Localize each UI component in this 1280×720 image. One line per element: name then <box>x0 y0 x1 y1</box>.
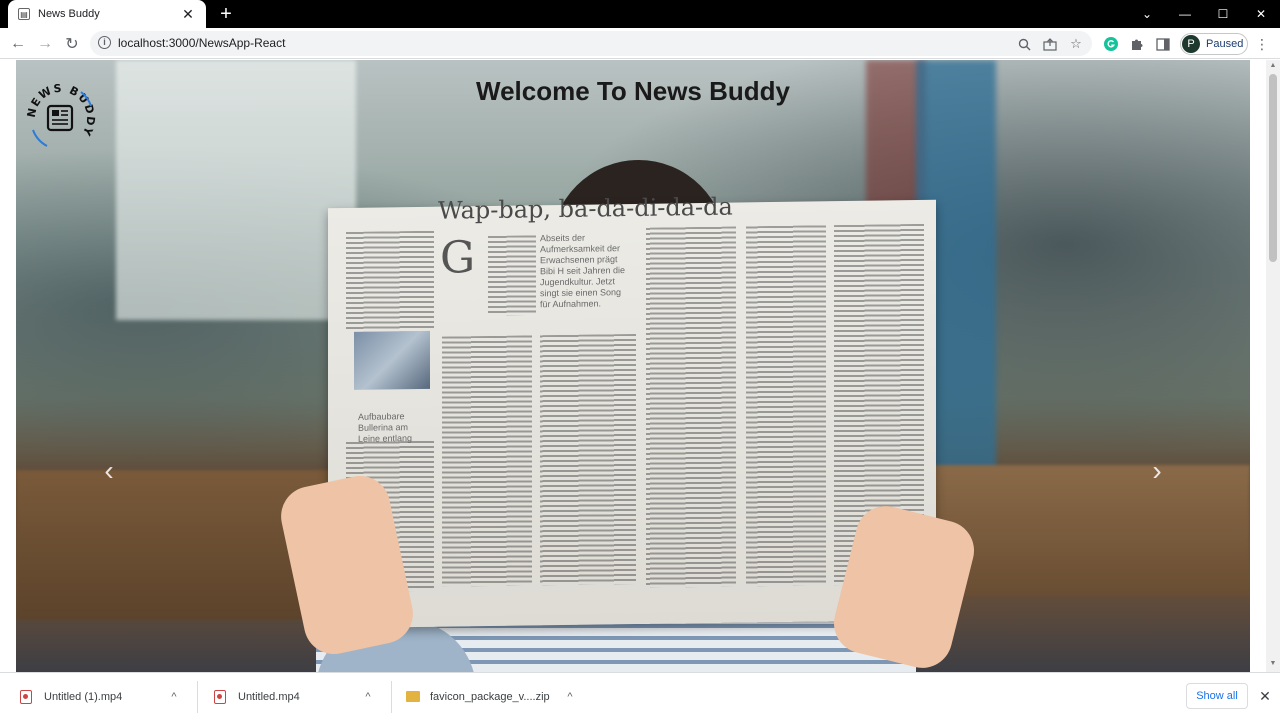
download-filename: favicon_package_v....zip <box>430 690 550 703</box>
zoom-icon[interactable] <box>1014 34 1034 54</box>
tab-strip: ▤ News Buddy ✕ + ⌄ — ☐ ✕ <box>0 0 1280 28</box>
bookmark-star-icon[interactable]: ☆ <box>1066 34 1086 54</box>
hero-carousel: Wap-bap, ba-da-di-da-da G Abseits der Au… <box>16 60 1250 672</box>
avatar: P <box>1182 35 1200 53</box>
profile-status: Paused <box>1206 38 1244 50</box>
address-url[interactable]: localhost:3000/NewsApp-React <box>118 36 285 50</box>
scrollbar-thumb[interactable] <box>1269 74 1277 262</box>
newspaper-dropcap: G <box>440 232 476 284</box>
puzzle-extensions-icon[interactable] <box>1127 34 1147 54</box>
address-bar[interactable]: i localhost:3000/NewsApp-React ☆ <box>90 31 1092 56</box>
download-item[interactable]: Untitled.mp4 ^ <box>214 673 378 720</box>
newspaper-headline: Wap-bap, ba-da-di-da-da <box>438 192 733 225</box>
zip-folder-icon <box>406 691 420 702</box>
chevron-up-icon[interactable]: ^ <box>560 691 580 703</box>
tab-search-button[interactable]: ⌄ <box>1128 0 1166 28</box>
back-button[interactable]: ← <box>6 32 30 56</box>
video-file-icon <box>214 689 226 704</box>
forward-button[interactable]: → <box>33 32 57 56</box>
scroll-up-icon[interactable]: ▲ <box>1269 62 1277 70</box>
download-item[interactable]: Untitled (1).mp4 ^ <box>20 673 184 720</box>
download-bar: Untitled (1).mp4 ^ Untitled.mp4 ^ favico… <box>0 672 1280 720</box>
download-filename: Untitled (1).mp4 <box>44 690 123 703</box>
tab-close-icon[interactable]: ✕ <box>180 6 196 23</box>
browser-menu-icon[interactable]: ⋮ <box>1254 35 1270 53</box>
page-scrollbar[interactable]: ▲ ▼ <box>1266 60 1280 672</box>
newspaper-subhead: Aufbaubare Bullerina am Leine entlang <box>358 411 413 444</box>
scroll-down-icon[interactable]: ▼ <box>1269 660 1277 668</box>
close-window-button[interactable]: ✕ <box>1242 0 1280 28</box>
newspaper-image: Wap-bap, ba-da-di-da-da G Abseits der Au… <box>328 193 936 629</box>
tab-title: News Buddy <box>38 8 100 20</box>
profile-button[interactable]: P Paused <box>1180 33 1248 55</box>
carousel-prev-button[interactable]: ‹ <box>95 456 123 486</box>
newspaper-deck: Abseits der Aufmerksamkeit der Erwachsen… <box>540 232 626 310</box>
side-panel-icon[interactable] <box>1153 34 1173 54</box>
grammarly-icon[interactable] <box>1101 34 1121 54</box>
tab-news-buddy[interactable]: ▤ News Buddy ✕ <box>8 0 206 28</box>
news-buddy-logo: NEWS BUDDY <box>25 82 97 154</box>
newspaper-photo <box>354 330 430 390</box>
page-title: Welcome To News Buddy <box>476 76 790 106</box>
download-filename: Untitled.mp4 <box>238 690 300 703</box>
chevron-up-icon[interactable]: ^ <box>358 691 378 703</box>
carousel-next-button[interactable]: › <box>1143 456 1171 486</box>
show-all-downloads-button[interactable]: Show all <box>1186 683 1248 709</box>
browser-toolbar: ← → ↻ i localhost:3000/NewsApp-React ☆ <box>0 28 1280 59</box>
maximize-button[interactable]: ☐ <box>1204 0 1242 28</box>
download-item[interactable]: favicon_package_v....zip ^ <box>406 673 580 720</box>
close-download-bar-icon[interactable]: ✕ <box>1256 687 1274 705</box>
reload-button[interactable]: ↻ <box>60 32 84 56</box>
site-info-icon[interactable]: i <box>98 36 111 49</box>
share-icon[interactable] <box>1040 34 1060 54</box>
video-file-icon <box>20 689 32 704</box>
tab-favicon-icon: ▤ <box>18 8 30 20</box>
minimize-button[interactable]: — <box>1166 0 1204 28</box>
new-tab-button[interactable]: + <box>216 4 236 24</box>
chevron-up-icon[interactable]: ^ <box>164 691 184 703</box>
